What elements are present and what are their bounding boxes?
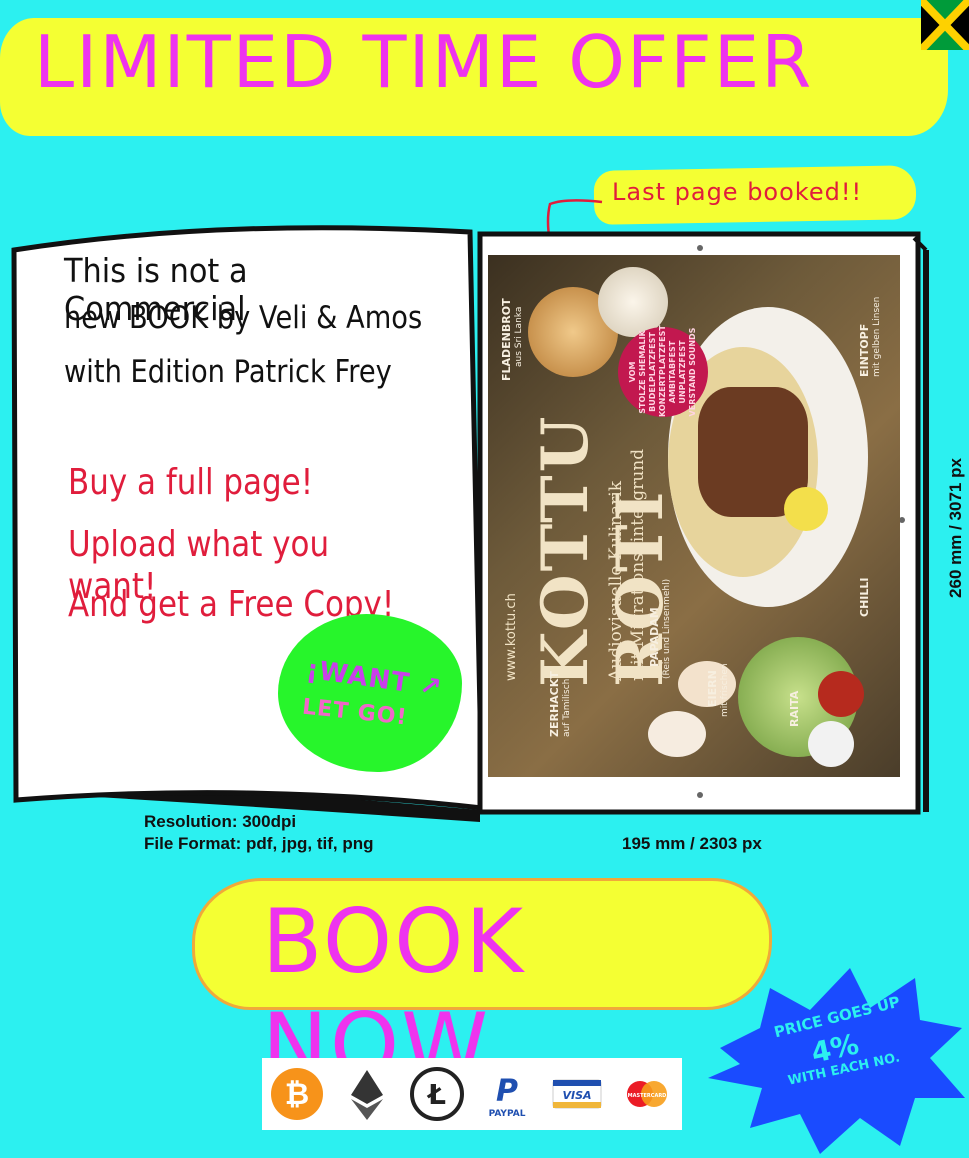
seal-line: UNPLATZFEST	[678, 340, 687, 404]
bitcoin-icon: ₿	[271, 1068, 323, 1120]
chili-bowl-image	[818, 671, 864, 717]
pay-mastercard[interactable]: MASTERCARD	[617, 1064, 677, 1124]
book-now-button[interactable]	[192, 878, 772, 1010]
svg-text:Ł: Ł	[426, 1078, 446, 1111]
label-papadam: PAPADAM	[648, 607, 661, 667]
svg-text:₿: ₿	[285, 1077, 309, 1112]
ethereum-icon	[351, 1070, 383, 1120]
paypal-icon: P	[496, 1073, 518, 1108]
label-fladenbrot-sub: aus Sri Lanka	[514, 306, 524, 367]
ad-tagline-1: Audiovisuelle Kulinarik	[606, 481, 626, 681]
seal-line: AMBITABFEST	[668, 340, 677, 404]
label-eintopf: EINTOPF	[858, 323, 871, 377]
pay-litecoin[interactable]: Ł	[407, 1064, 467, 1124]
mastercard-icon: MASTERCARD	[627, 1081, 667, 1107]
spec-file-format: File Format: pdf, jpg, tif, png	[144, 834, 374, 853]
ad-seal-badge: VOM STOLZE SHEMALIK BUDELPLATZFEST KONZE…	[618, 325, 708, 417]
seal-line: VERSTAND SOUNDS	[688, 327, 697, 417]
label-zerhackt-sub: auf Tamilisch	[562, 678, 572, 737]
paypal-label: PAYPAL	[488, 1109, 526, 1119]
label-chilli: CHILLI	[858, 577, 871, 617]
egg-image	[648, 711, 706, 757]
pay-visa[interactable]: VISA	[547, 1064, 607, 1124]
ad-tagline-2: mit Migrationshintergrund	[628, 448, 648, 681]
label-papadam-sub: (Reis und Linsenmehl)	[662, 578, 672, 679]
lemon-image	[784, 487, 828, 531]
label-eintopf-sub: mit gelben Linsen	[872, 296, 882, 377]
seal-line: BUDELPLATZFEST	[648, 332, 657, 412]
label-eiern-sub: mit frischen	[720, 663, 730, 717]
sample-ad-page: www.kottu.ch KOTTU ROTI Audiovisuelle Ku…	[488, 255, 900, 777]
visa-label: VISA	[562, 1089, 591, 1102]
intro-line-3: with Edition Patrick Frey	[64, 354, 392, 390]
litecoin-icon: Ł	[410, 1067, 464, 1121]
seal-line: STOLZE SHEMALIK	[638, 330, 647, 414]
intro-line-2: new BOOK by Veli & Amos	[64, 300, 423, 336]
label-eiern: EIERN	[706, 670, 719, 707]
raita-bowl-image	[808, 721, 854, 767]
dimension-width: 195 mm / 2303 px	[622, 834, 762, 853]
spec-resolution: Resolution: 300dpi	[144, 812, 297, 831]
label-raita: RAITA	[788, 690, 801, 727]
last-page-label: Last page booked!!	[612, 178, 863, 206]
mastercard-label: MASTERCARD	[628, 1093, 667, 1099]
seal-line: VOM	[628, 361, 637, 383]
payment-methods: ₿ Ł P PAYPAL VISA MASTERCARD	[262, 1058, 682, 1130]
jamaica-flag-icon	[921, 0, 969, 50]
svg-text:P: P	[496, 1073, 518, 1108]
pay-bitcoin[interactable]: ₿	[267, 1064, 327, 1124]
pay-ethereum[interactable]	[337, 1064, 397, 1124]
dimension-height: 260 mm / 3071 px	[946, 458, 965, 598]
offer-line-1: Buy a full page!	[68, 462, 314, 503]
label-zerhackt: ZERHACKT	[548, 671, 561, 737]
ad-url: www.kottu.ch	[504, 593, 519, 681]
label-fladenbrot: FLADENBROT	[500, 298, 513, 381]
banner-title: LIMITED TIME OFFER	[34, 20, 814, 104]
seal-line: KONZERTPLATZFEST	[658, 325, 667, 417]
visa-card-icon: VISA	[552, 1079, 602, 1109]
pay-paypal[interactable]: P PAYPAL	[477, 1064, 537, 1124]
